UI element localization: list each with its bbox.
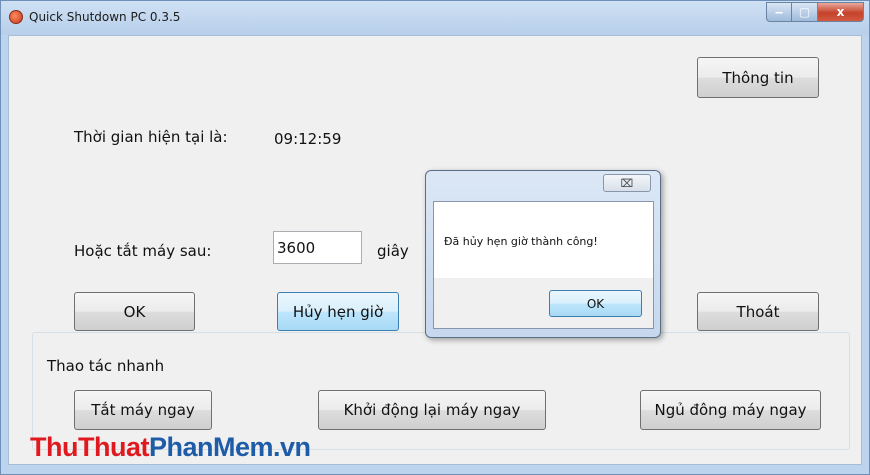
app-icon xyxy=(9,10,23,24)
info-button[interactable]: Thông tin xyxy=(697,57,819,98)
current-time-label: Thời gian hiện tại là: xyxy=(74,128,228,146)
watermark-part-1: ThuThuat xyxy=(30,432,149,462)
dialog-close-icon: ⌧ xyxy=(620,176,634,190)
dialog-ok-button[interactable]: OK xyxy=(549,290,642,317)
quick-actions-title: Thao tác nhanh xyxy=(44,357,168,375)
close-icon: x xyxy=(836,5,845,19)
cancel-schedule-button[interactable]: Hủy hẹn giờ xyxy=(277,292,399,331)
watermark-part-3: .vn xyxy=(273,432,311,462)
maximize-button[interactable]: ▢ xyxy=(792,2,818,22)
shutdown-now-button[interactable]: Tắt máy ngay xyxy=(74,390,212,430)
close-button[interactable]: x xyxy=(818,2,864,22)
seconds-unit-label: giây xyxy=(377,242,409,260)
maximize-icon: ▢ xyxy=(798,5,811,19)
minimize-button[interactable]: ‒ xyxy=(766,2,792,22)
exit-button[interactable]: Thoát xyxy=(697,292,819,331)
ok-button[interactable]: OK xyxy=(74,292,195,331)
current-time-value: 09:12:59 xyxy=(274,130,342,148)
hibernate-now-button[interactable]: Ngủ đông máy ngay xyxy=(640,390,821,430)
restart-now-button[interactable]: Khởi động lại máy ngay xyxy=(318,390,546,430)
watermark-logo: ThuThuatPhanMem.vn xyxy=(30,432,311,463)
watermark-part-2: PhanMem xyxy=(148,432,274,462)
window-title: Quick Shutdown PC 0.3.5 xyxy=(29,10,181,24)
window-controls: ‒ ▢ x xyxy=(766,2,864,22)
minimize-icon: ‒ xyxy=(774,5,784,19)
title-bar[interactable]: Quick Shutdown PC 0.3.5 ‒ ▢ x xyxy=(1,1,869,35)
dialog-close-button[interactable]: ⌧ xyxy=(603,174,651,192)
dialog-message: Đã hủy hẹn giờ thành công! xyxy=(444,235,598,248)
shutdown-after-label: Hoặc tắt máy sau: xyxy=(74,242,212,260)
seconds-input[interactable]: 3600 xyxy=(273,231,362,264)
